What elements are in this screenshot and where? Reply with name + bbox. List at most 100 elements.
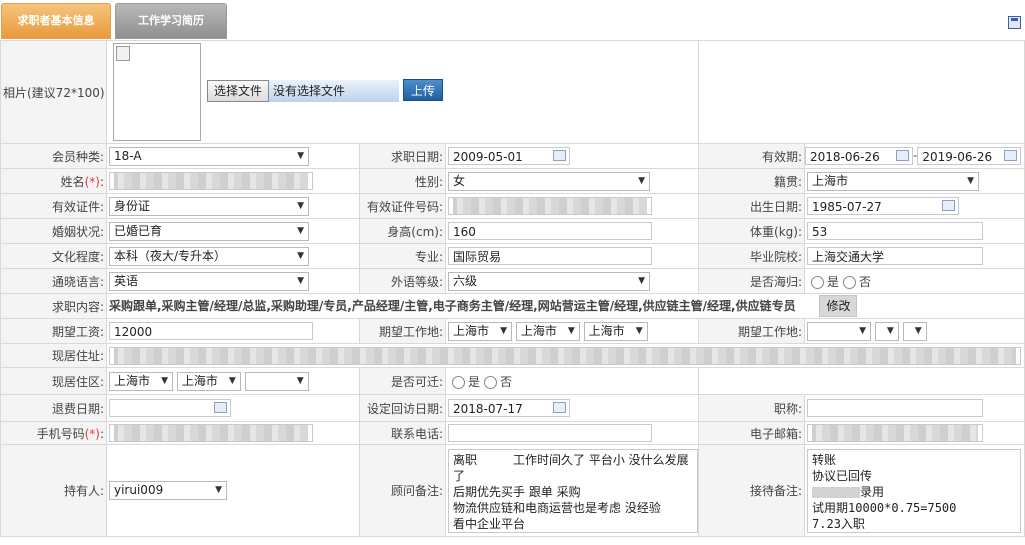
refund-date-input[interactable] [109,399,231,417]
edit-job-content-button[interactable]: 修改 [819,295,858,317]
education-value: 本科（夜大/专升本） [114,248,227,263]
calendar-icon[interactable] [553,150,566,161]
valid-from-value: 2018-06-26 [810,150,880,164]
work-place-2-city-select[interactable]: ▼ [874,321,899,341]
work-place-2-label: 期望工作地: [698,318,806,344]
returnee-no-radio[interactable] [843,275,857,289]
height-label: 身高(cm): [359,218,446,244]
phone-input[interactable] [448,424,652,442]
district-province-select[interactable]: 上海市 ▼ [109,371,173,391]
redacted-name [812,486,861,498]
calendar-icon[interactable] [942,200,956,211]
district-label: 现居住区: [0,367,107,395]
work-place-city-select[interactable]: 上海市 ▼ [515,321,580,341]
valid-to-input[interactable]: 2019-06-26 [917,147,1022,165]
work-place-province-select[interactable]: 上海市 ▼ [448,321,512,341]
foreign-level-select[interactable]: 六级 ▼ [448,271,650,291]
visit-date-input[interactable]: 2018-07-17 [448,399,570,417]
chevron-down-icon: ▼ [228,375,236,386]
mobile-label: 手机号码(*): [0,421,107,445]
reception-note-hire-text: 录用 [860,484,885,499]
valid-from-input[interactable]: 2018-06-26 [805,147,914,165]
apply-date-label: 求职日期: [359,143,446,169]
photo-cell: 选择文件 没有选择文件 上传 [105,40,700,144]
calendar-icon[interactable] [896,150,910,161]
address-label: 现居住址: [0,343,107,368]
save-icon[interactable] [1008,16,1021,29]
work-place-district-select[interactable]: 上海市 ▼ [583,321,648,341]
job-content-label: 求职内容: [0,293,107,319]
work-place-2-district-select[interactable]: ▼ [902,321,927,341]
mobile-input[interactable] [109,424,313,442]
marital-label: 婚姻状况: [0,218,107,244]
job-content-text: 采购跟单,采购主管/经理/总监,采购助理/专员,产品经理/主管,电子商务主管/经… [109,299,796,313]
work-place-label: 期望工作地: [359,318,446,344]
gender-select[interactable]: 女 ▼ [448,171,650,191]
weight-input[interactable]: 53 [807,222,984,240]
email-input[interactable] [807,424,984,442]
consultant-note-textarea[interactable]: 离职 工作时间久了 平台小 没什么发展了 后期优先买手 跟单 采购 物流供应链和… [448,448,698,533]
work-place-2-province-select[interactable]: ▼ [807,321,872,341]
returnee-no-text: 否 [859,274,872,289]
weight-label: 体重(kg): [698,218,806,244]
id-number-input[interactable] [448,197,652,215]
valid-to-value: 2019-06-26 [922,150,993,164]
relocate-yes-radio[interactable] [452,375,465,389]
holder-select[interactable]: yirui009 ▼ [109,481,227,500]
returnee-yes-radio[interactable] [811,275,825,289]
birth-date-input[interactable]: 1985-07-27 [807,197,960,215]
birth-date-value: 1985-07-27 [812,200,882,214]
gender-value: 女 [453,173,466,188]
salary-input[interactable]: 12000 [109,322,313,340]
major-input[interactable]: 国际贸易 [448,247,652,265]
reception-note-line: 7.23入职 [812,516,865,531]
district-area-select[interactable]: ▼ [244,371,309,391]
school-label: 毕业院校: [698,243,806,269]
apply-date-value: 2009-05-01 [453,150,523,164]
calendar-icon[interactable] [553,402,566,413]
language-select[interactable]: 英语 ▼ [109,271,309,291]
id-number-label: 有效证件号码: [359,193,446,219]
id-type-select[interactable]: 身份证 ▼ [109,196,309,216]
marital-select[interactable]: 已婚已育 ▼ [109,221,309,241]
title-input[interactable] [807,399,984,417]
mobile-label-colon: : [99,426,104,441]
member-type-select[interactable]: 18-A ▼ [109,146,309,166]
consultant-note-label: 顾问备注: [359,444,446,537]
chevron-down-icon: ▼ [297,275,304,286]
apply-date-input[interactable]: 2009-05-01 [448,147,570,165]
relocate-no-radio[interactable] [484,375,498,389]
id-type-label: 有效证件: [0,193,107,219]
choose-file-button[interactable]: 选择文件 [207,80,270,102]
chevron-down-icon: ▼ [859,325,867,336]
school-input[interactable]: 上海交通大学 [807,247,984,265]
education-select[interactable]: 本科（夜大/专升本） ▼ [109,246,309,266]
required-mark: (*) [84,426,100,441]
chevron-down-icon: ▼ [161,375,168,386]
refund-date-label: 退费日期: [0,394,107,422]
phone-label: 联系电话: [359,421,446,445]
chevron-down-icon: ▼ [914,325,922,336]
reception-note-line: 转账 [812,452,837,467]
hometown-select[interactable]: 上海市 ▼ [807,171,980,191]
tab-work-study-resume[interactable]: 工作学习简历 [115,3,227,39]
calendar-icon[interactable] [214,402,227,413]
calendar-icon[interactable] [1004,150,1018,161]
upload-button[interactable]: 上传 [402,79,443,101]
district-city-select[interactable]: 上海市 ▼ [176,371,241,391]
returnee-label: 是否海归: [698,268,806,294]
name-label: 姓名(*): [0,168,107,194]
reception-note-textarea[interactable]: 转账 协议已回传 录用 试用期10000*0.75=7500 7.23入职 [807,448,1022,533]
hometown-label: 籍贯: [698,168,806,194]
tab-basic-info[interactable]: 求职者基本信息 [1,3,111,39]
photo-empty-cell [698,40,1025,144]
tab-bar: 求职者基本信息 工作学习简历 [0,0,1025,41]
height-input[interactable]: 160 [448,222,652,240]
photo-label: 相片(建议72*100): [0,40,107,144]
address-input[interactable] [109,346,1021,365]
holder-label: 持有人: [0,444,107,537]
chevron-down-icon: ▼ [886,325,894,336]
chevron-down-icon: ▼ [297,200,304,211]
returnee-yes-text: 是 [827,274,840,289]
name-input[interactable] [109,172,313,190]
